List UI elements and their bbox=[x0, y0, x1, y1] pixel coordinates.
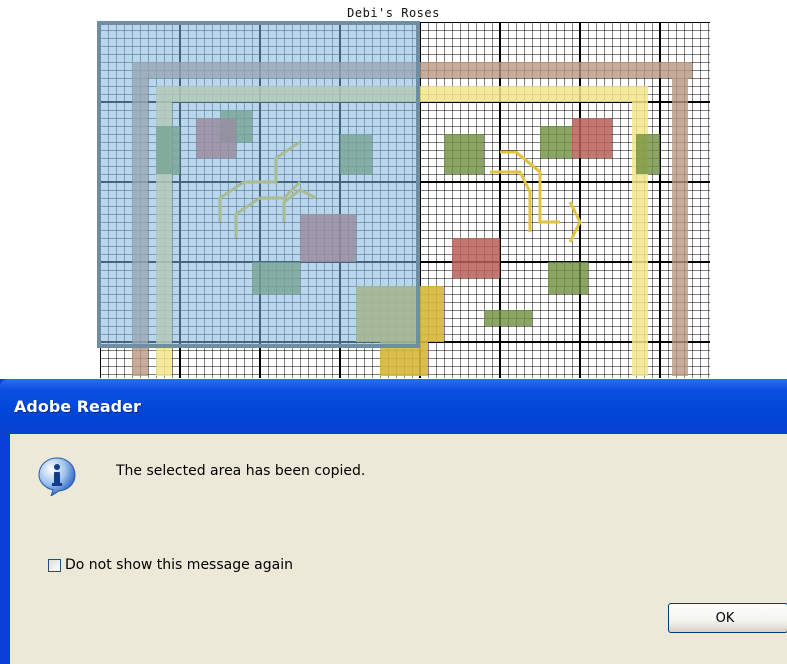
dialog-titlebar[interactable]: Adobe Reader bbox=[0, 379, 787, 435]
info-balloon-icon bbox=[38, 457, 76, 496]
do-not-show-row[interactable]: Do not show this message again bbox=[48, 557, 293, 573]
selection-rectangle[interactable] bbox=[97, 21, 420, 348]
chart-title: Debi's Roses bbox=[347, 6, 440, 20]
dialog-message: The selected area has been copied. bbox=[116, 463, 366, 479]
do-not-show-label[interactable]: Do not show this message again bbox=[65, 557, 293, 573]
ok-button[interactable]: OK bbox=[668, 603, 787, 633]
dialog-title: Adobe Reader bbox=[14, 397, 141, 416]
do-not-show-checkbox[interactable] bbox=[48, 558, 61, 572]
